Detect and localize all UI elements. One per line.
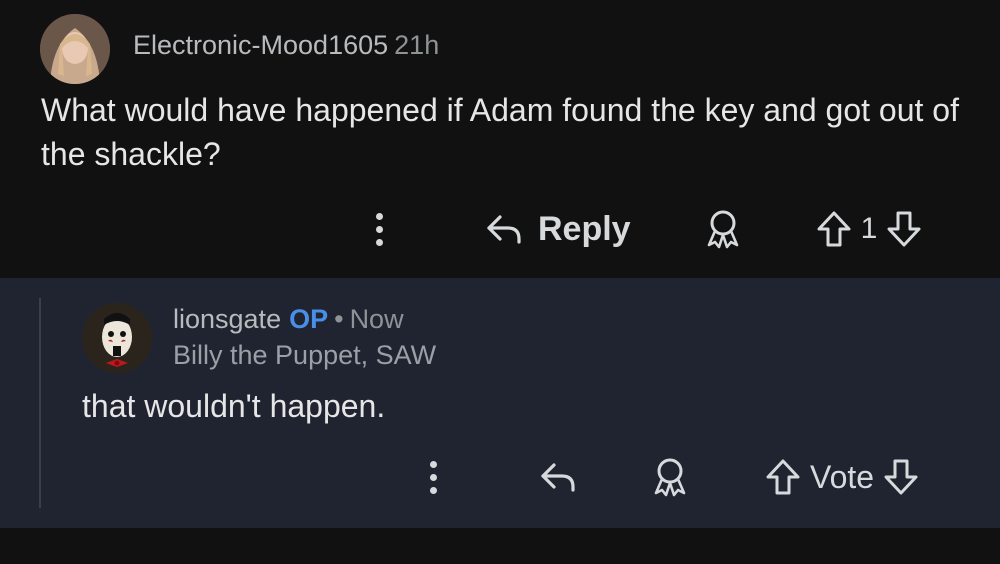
vote-label: Vote bbox=[810, 458, 875, 495]
downvote-arrow-icon[interactable] bbox=[885, 209, 923, 249]
bottom-spacer bbox=[0, 528, 1000, 564]
comment-actions: Vote bbox=[424, 452, 920, 502]
timestamp: 21h bbox=[394, 30, 440, 60]
timestamp: Now bbox=[349, 304, 404, 334]
comment-body: that wouldn't happen. bbox=[82, 388, 386, 424]
reply-arrow-icon[interactable] bbox=[484, 209, 524, 249]
username[interactable]: lionsgate bbox=[173, 304, 281, 334]
downvote-arrow-icon[interactable] bbox=[882, 457, 920, 497]
award-icon[interactable] bbox=[648, 455, 692, 499]
reply-arrow-icon[interactable] bbox=[538, 457, 578, 497]
user-flair: Billy the Puppet, SAW bbox=[173, 340, 437, 370]
upvote-arrow-icon[interactable] bbox=[815, 209, 853, 249]
vote-count: 1 bbox=[860, 212, 878, 245]
op-avatar[interactable] bbox=[82, 303, 152, 373]
comment-top: Electronic-Mood1605 21h What would have h… bbox=[0, 0, 1000, 278]
comment-meta: lionsgate OP • Now bbox=[173, 304, 404, 335]
more-vertical-icon[interactable] bbox=[424, 460, 442, 494]
separator-dot: • bbox=[334, 304, 344, 334]
comment-meta: Electronic-Mood1605 21h bbox=[133, 30, 439, 61]
comment-body: What would have happened if Adam found t… bbox=[41, 92, 959, 172]
username[interactable]: Electronic-Mood1605 bbox=[133, 30, 388, 60]
op-badge: OP bbox=[289, 304, 329, 334]
award-icon[interactable] bbox=[701, 207, 745, 251]
user-avatar[interactable] bbox=[40, 14, 110, 84]
reply-button[interactable]: Reply bbox=[538, 210, 631, 249]
upvote-arrow-icon[interactable] bbox=[764, 457, 802, 497]
thread-line[interactable] bbox=[39, 298, 41, 508]
comment-actions: Reply 1 bbox=[370, 204, 923, 254]
comment-reply: lionsgate OP • Now Billy the Puppet, SAW th… bbox=[0, 278, 1000, 528]
more-vertical-icon[interactable] bbox=[370, 212, 388, 246]
